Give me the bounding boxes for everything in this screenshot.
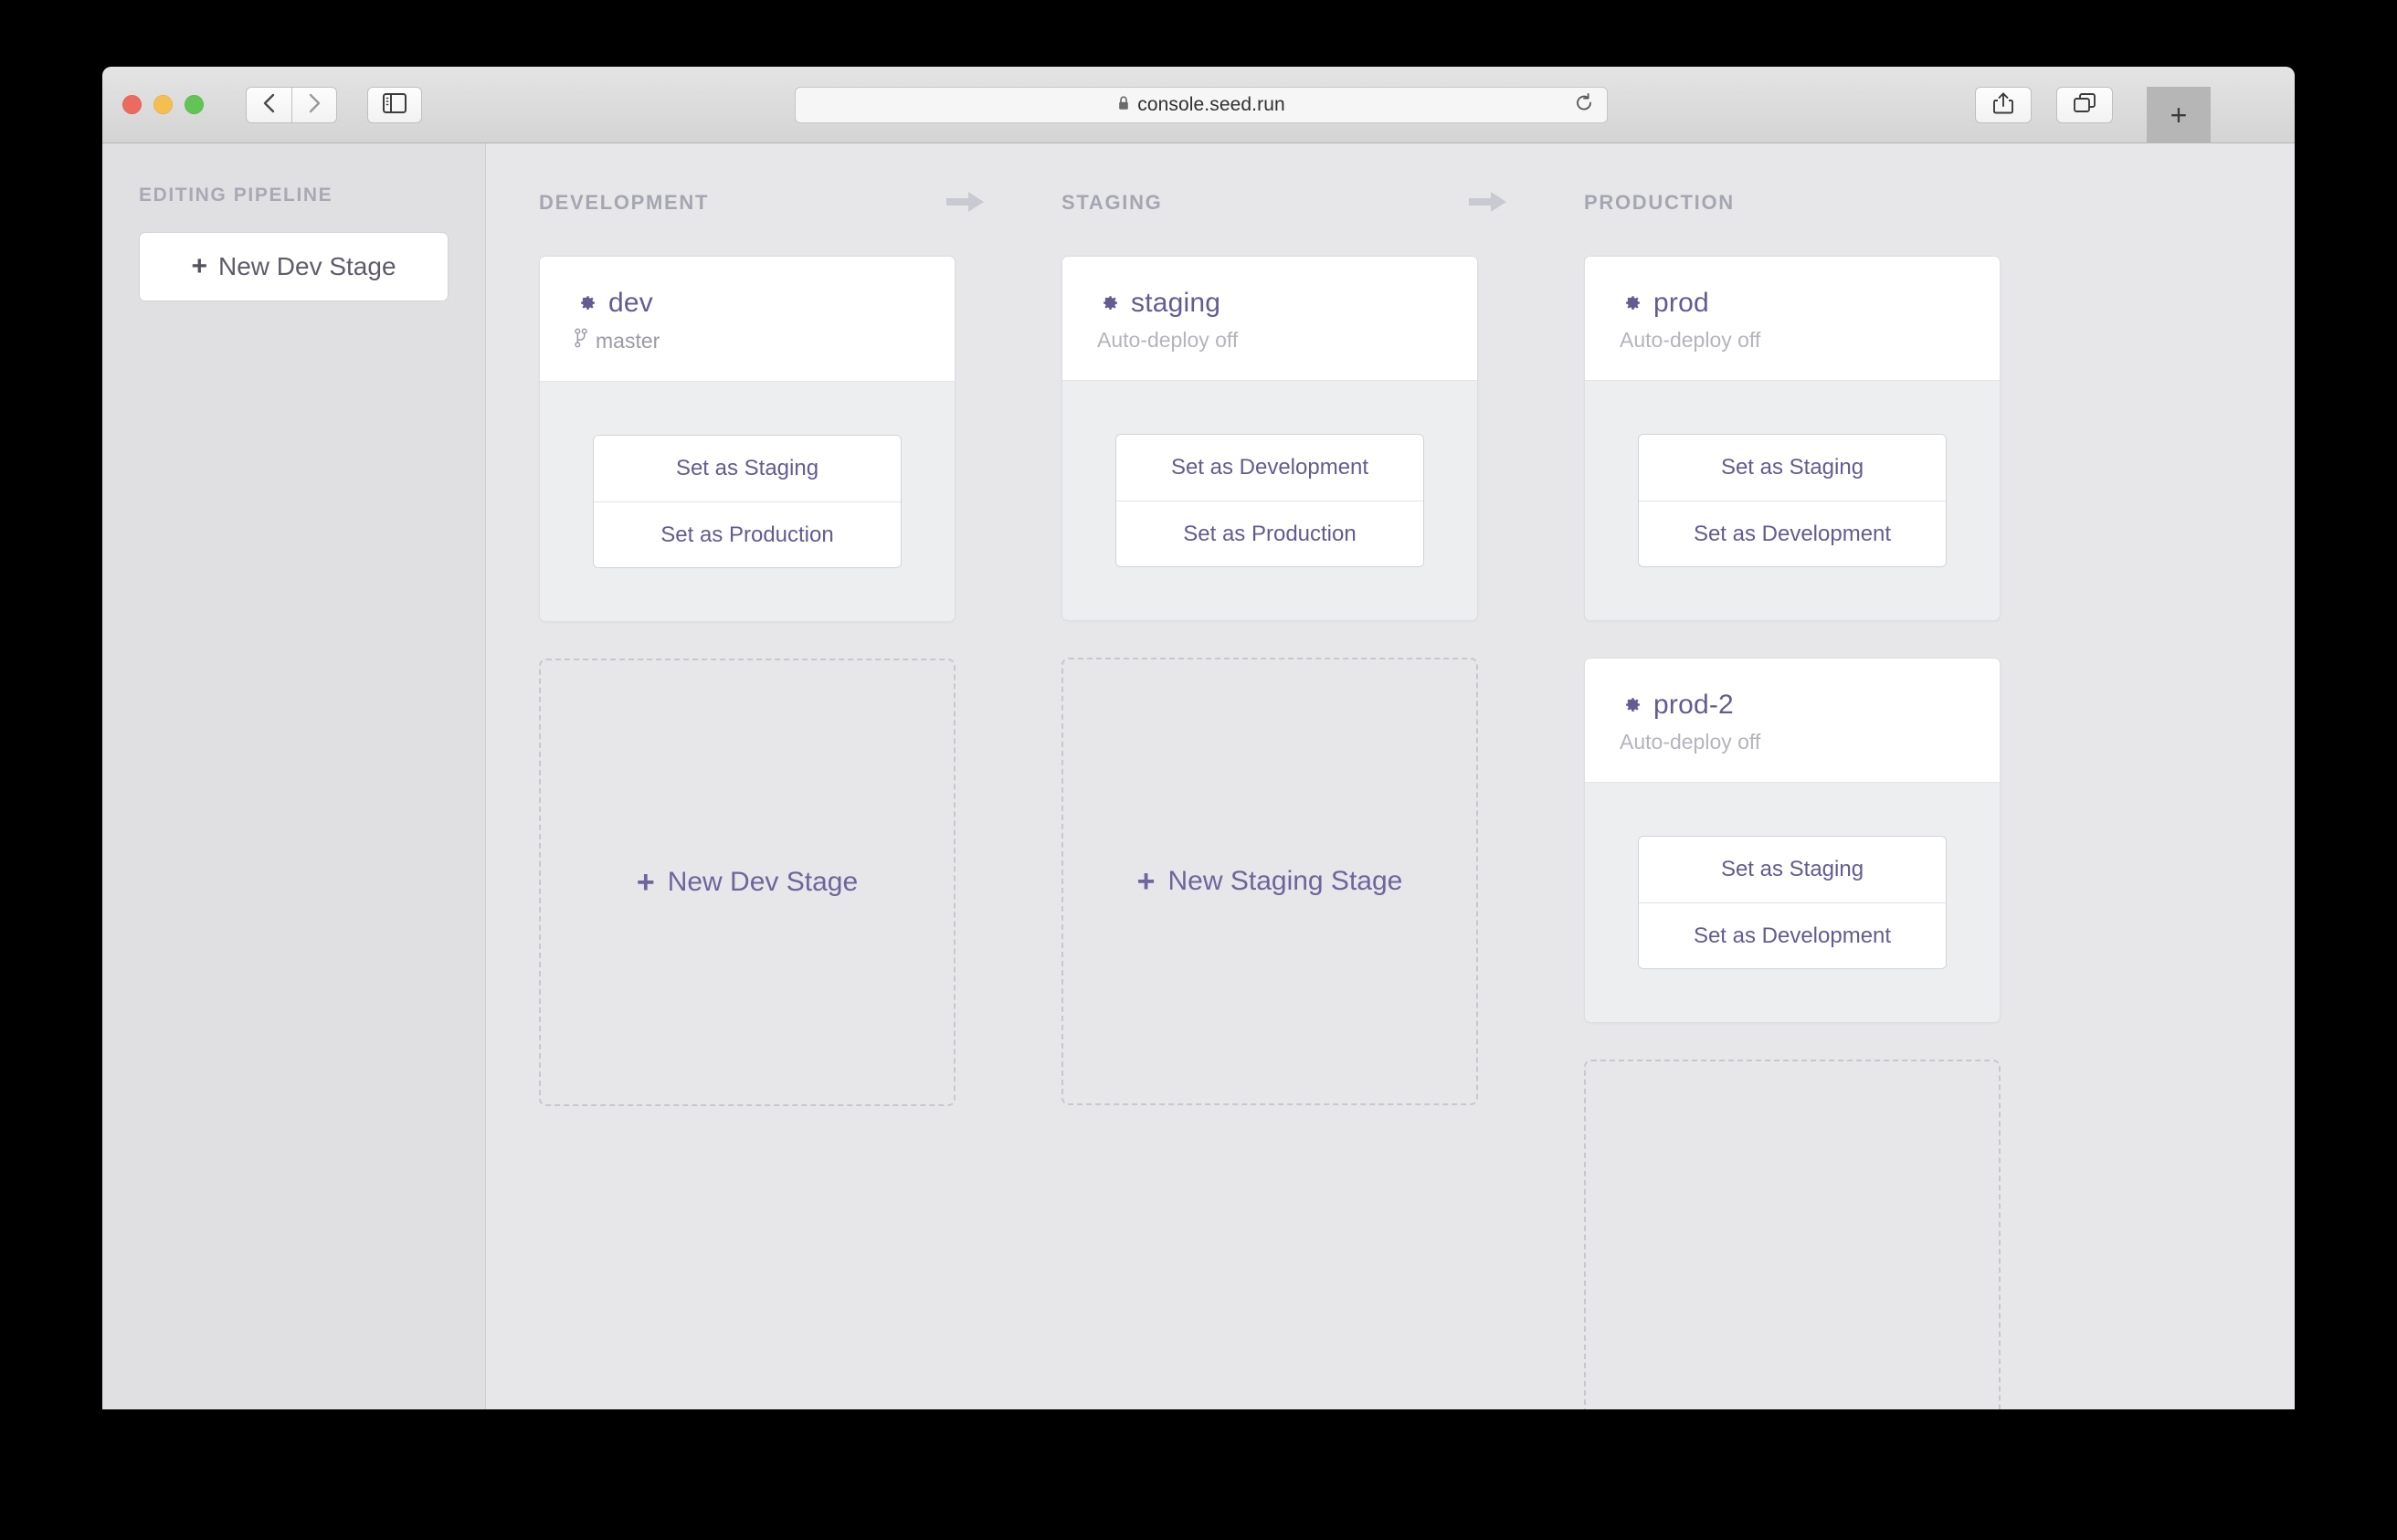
stage-action-group: Set as Staging Set as Production (593, 435, 902, 568)
stage-card-body: Set as Development Set as Production (1062, 381, 1477, 620)
tab-overview-button[interactable] (2056, 87, 2113, 123)
stage-name: staging (1131, 288, 1221, 318)
set-as-development-button[interactable]: Set as Development (1639, 501, 1946, 566)
stage-subtitle: Auto-deploy off (1097, 328, 1442, 353)
stage-action-group: Set as Development Set as Production (1115, 434, 1424, 567)
stage-action-group: Set as Staging Set as Development (1638, 836, 1947, 969)
stage-action-group: Set as Staging Set as Development (1638, 434, 1947, 567)
column-header-development: DEVELOPMENT (539, 185, 984, 221)
editing-pipeline-sidebar: EDITING PIPELINE + New Dev Stage (102, 143, 486, 1409)
stage-card-prod-2[interactable]: prod-2 Auto-deploy off Set as Staging Se… (1584, 658, 2001, 1023)
minimize-window-button[interactable] (153, 95, 173, 114)
column-header-staging: STAGING (1061, 185, 1506, 221)
stage-subtitle-text: Auto-deploy off (1620, 328, 1761, 352)
plus-icon: + (1136, 864, 1156, 899)
stage-subtitle-text: Auto-deploy off (1620, 730, 1761, 754)
stage-card-header: staging Auto-deploy off (1062, 257, 1477, 381)
new-dev-stage-button-label: New Dev Stage (217, 252, 396, 280)
editing-pipeline-label: EDITING PIPELINE (139, 185, 333, 206)
stage-subtitle-text: master (596, 328, 660, 353)
column-title-development: DEVELOPMENT (539, 191, 710, 214)
set-as-staging-button[interactable]: Set as Staging (1639, 435, 1946, 501)
stage-card-body: Set as Staging Set as Development (1585, 381, 2000, 620)
stage-card-header: prod-2 Auto-deploy off (1585, 659, 2000, 783)
browser-toolbar: console.seed.run + (102, 67, 2295, 143)
arrow-right-icon (946, 190, 985, 218)
back-button[interactable] (246, 87, 291, 123)
column-staging: STAGING staging Auto-deploy off Set as D… (1008, 185, 1531, 1409)
arrow-right-icon (1469, 190, 1507, 218)
plus-icon: + (2170, 99, 2188, 132)
new-staging-stage-placeholder[interactable]: + New Staging Stage (1061, 658, 1478, 1105)
new-tab-button[interactable]: + (2147, 87, 2211, 143)
gear-icon (1620, 691, 1642, 719)
url-text: console.seed.run (1137, 94, 1285, 115)
traffic-lights (122, 95, 204, 114)
gear-icon (575, 290, 597, 317)
set-as-staging-button[interactable]: Set as Staging (594, 436, 901, 501)
stage-name-row: prod (1620, 288, 1965, 319)
stage-card-prod[interactable]: prod Auto-deploy off Set as Staging Set … (1584, 256, 2001, 621)
chevron-right-icon (307, 92, 322, 119)
stage-card-header: dev master (540, 257, 955, 382)
sidebar-toggle-button[interactable] (367, 87, 422, 123)
set-as-development-button[interactable]: Set as Development (1639, 902, 1946, 968)
stage-card-header: prod Auto-deploy off (1585, 257, 2000, 381)
pipeline-board: DEVELOPMENT dev master Set as Staging Se… (486, 143, 2295, 1409)
column-header-production: PRODUCTION (1584, 185, 2001, 221)
stage-subtitle: Auto-deploy off (1620, 328, 1965, 353)
set-as-production-button[interactable]: Set as Production (594, 501, 901, 567)
git-branch-icon (575, 328, 587, 353)
stage-card-dev[interactable]: dev master Set as Staging Set as Product… (539, 256, 956, 622)
stage-card-body: Set as Staging Set as Production (540, 382, 955, 621)
set-as-staging-button[interactable]: Set as Staging (1639, 837, 1946, 902)
stage-name: dev (608, 288, 653, 318)
close-window-button[interactable] (122, 95, 142, 114)
stage-name-row: prod-2 (1620, 690, 1965, 721)
stage-subtitle: Auto-deploy off (1620, 730, 1965, 754)
tab-overview-icon (2073, 92, 2096, 119)
forward-button[interactable] (291, 87, 337, 123)
set-as-production-button[interactable]: Set as Production (1116, 501, 1423, 566)
new-staging-stage-placeholder-label: New Staging Stage (1167, 866, 1403, 896)
share-button[interactable] (1975, 87, 2032, 123)
stage-card-body: Set as Staging Set as Development (1585, 783, 2000, 1022)
page-content: EDITING PIPELINE + New Dev Stage DEVELOP… (102, 143, 2295, 1409)
column-title-staging: STAGING (1061, 191, 1163, 214)
stage-name: prod-2 (1653, 690, 1734, 720)
stage-subtitle-text: Auto-deploy off (1097, 328, 1239, 352)
gear-icon (1097, 290, 1120, 317)
new-prod-stage-placeholder[interactable] (1584, 1060, 2001, 1409)
plus-icon: + (191, 251, 207, 281)
column-production: PRODUCTION prod Auto-deploy off Set as S… (1531, 185, 2054, 1409)
column-development: DEVELOPMENT dev master Set as Staging Se… (486, 185, 1008, 1409)
share-icon (1992, 91, 2014, 120)
column-title-production: PRODUCTION (1584, 191, 1735, 214)
new-dev-stage-placeholder-label: New Dev Stage (667, 867, 859, 897)
stage-name-row: dev (575, 288, 920, 319)
stage-card-staging[interactable]: staging Auto-deploy off Set as Developme… (1061, 256, 1478, 621)
stage-name-row: staging (1097, 288, 1442, 319)
maximize-window-button[interactable] (185, 95, 204, 114)
reload-icon[interactable] (1574, 92, 1594, 118)
sidebar-panel-icon (383, 92, 407, 118)
stage-subtitle: master (575, 328, 920, 353)
plus-icon: + (636, 865, 655, 900)
lock-icon (1117, 95, 1130, 116)
stage-name: prod (1653, 288, 1709, 318)
gear-icon (1620, 290, 1642, 317)
set-as-development-button[interactable]: Set as Development (1116, 435, 1423, 501)
address-bar[interactable]: console.seed.run (795, 87, 1608, 123)
chevron-left-icon (262, 92, 277, 119)
new-dev-stage-placeholder[interactable]: + New Dev Stage (539, 659, 956, 1106)
new-dev-stage-button[interactable]: + New Dev Stage (139, 232, 449, 301)
browser-window: console.seed.run + EDITING PIPELINE + Ne… (102, 67, 2295, 1409)
